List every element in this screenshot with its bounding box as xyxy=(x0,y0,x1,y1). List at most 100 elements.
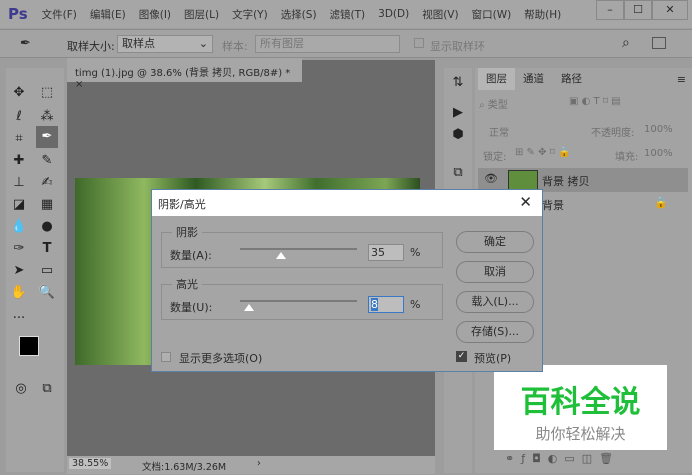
rectangle-tool-icon[interactable]: ▭ xyxy=(36,260,58,282)
shadows-slider-thumb[interactable] xyxy=(275,252,286,259)
filter-search-icon: ⌕ xyxy=(479,100,488,111)
dialog-title: 阴影/高光 xyxy=(158,198,206,211)
layer-footer-icons[interactable]: ⚭ƒ◘◐▭◫🗑 xyxy=(505,452,620,465)
status-arrow-icon[interactable]: › xyxy=(257,458,261,469)
lock-row: 锁定: ⊞ ✎ ✥ ⌑ 🔒 填充: 100% xyxy=(479,144,689,166)
eyedropper-tool-icon[interactable]: ✒ xyxy=(36,126,58,148)
menu-image[interactable]: 图像(I) xyxy=(139,7,171,22)
blend-row: 正常 不透明度: 100% xyxy=(479,120,689,142)
screen-mode-icon[interactable]: ⧉ xyxy=(36,378,58,400)
workspace-icon[interactable] xyxy=(652,37,666,49)
magic-wand-icon[interactable]: ⁂ xyxy=(36,106,58,128)
zoom-tool-icon[interactable]: 🔍 xyxy=(36,282,58,304)
preview-label: 预览(P) xyxy=(474,352,512,365)
watermark-title: 百科全说 xyxy=(520,385,641,420)
menu-file[interactable]: 文件(F) xyxy=(42,7,77,22)
opacity-label: 不透明度: xyxy=(591,128,635,139)
shadows-slider[interactable] xyxy=(240,248,357,250)
menu-window[interactable]: 窗口(W) xyxy=(472,7,512,22)
save-button[interactable]: 存储(S)... xyxy=(456,321,534,343)
highlights-slider[interactable] xyxy=(240,300,357,302)
menu-edit[interactable]: 编辑(E) xyxy=(90,7,126,22)
tab-layers[interactable]: 图层 xyxy=(478,68,515,90)
menu-layer[interactable]: 图层(L) xyxy=(184,7,219,22)
zoom-level[interactable]: 38.55% xyxy=(69,458,112,469)
maximize-button[interactable]: ☐ xyxy=(624,0,652,20)
menu-view[interactable]: 视图(V) xyxy=(422,7,458,22)
document-tab[interactable]: timg (1).jpg @ 38.6% (背景 拷贝, RGB/8#) * × xyxy=(67,58,302,90)
properties-icon[interactable]: ⧉ xyxy=(447,162,469,184)
quick-mask-icon[interactable]: ◎ xyxy=(10,378,32,400)
blur-tool-icon[interactable]: 💧 xyxy=(8,216,30,238)
stamp-tool-icon[interactable]: ⊥ xyxy=(8,172,30,194)
highlights-amount-input[interactable]: 8 xyxy=(368,296,404,313)
highlights-slider-thumb[interactable] xyxy=(244,304,255,311)
history-brush-icon[interactable]: ✍ xyxy=(36,172,58,194)
3d-icon[interactable]: ⬢ xyxy=(447,124,469,146)
search-icon[interactable]: ⌕ xyxy=(622,35,630,51)
menu-type[interactable]: 文字(Y) xyxy=(232,7,268,22)
lock-icons[interactable]: ⊞ ✎ ✥ ⌑ 🔒 xyxy=(515,147,570,158)
blend-mode-select[interactable]: 正常 xyxy=(489,124,509,139)
ok-button[interactable]: 确定 xyxy=(456,231,534,253)
type-tool-icon[interactable]: T xyxy=(36,238,58,260)
close-window-button[interactable]: ✕ xyxy=(652,0,688,20)
layer-name: 背景 xyxy=(542,199,564,212)
layer-filter-row: ⌕ 类型 ▣ ◐ T ⌑ ▤ xyxy=(479,96,689,118)
more-options-checkbox[interactable] xyxy=(161,352,171,362)
lasso-tool-icon[interactable]: ℓ xyxy=(8,106,30,128)
cancel-button[interactable]: 取消 xyxy=(456,261,534,283)
opacity-value[interactable]: 100% xyxy=(644,124,673,135)
dodge-tool-icon[interactable]: ● xyxy=(36,216,58,238)
filter-icons[interactable]: ▣ ◐ T ⌑ ▤ xyxy=(569,96,621,107)
dialog-title-bar: 阴影/高光 ✕ xyxy=(152,190,542,216)
gradient-tool-icon[interactable]: ▦ xyxy=(36,194,58,216)
healing-tool-icon[interactable]: ✚ xyxy=(8,150,30,172)
show-ring-label: 显示取样环 xyxy=(430,40,485,53)
panel-menu-icon[interactable]: ≡ xyxy=(677,73,686,86)
load-button[interactable]: 载入(L)... xyxy=(456,291,534,313)
sample-size-label: 取样大小: xyxy=(67,40,115,53)
preview-checkbox[interactable]: ✓ xyxy=(456,351,467,362)
watermark-subtitle: 助你轻松解决 xyxy=(535,425,626,443)
shadows-label: 阴影 xyxy=(172,224,202,240)
tab-paths[interactable]: 路径 xyxy=(553,68,590,90)
menu-select[interactable]: 选择(S) xyxy=(281,7,317,22)
pen-tool-icon[interactable]: ✑ xyxy=(8,238,30,260)
history-icon[interactable]: ⇅ xyxy=(447,72,469,94)
brush-tool-icon[interactable]: ✎ xyxy=(36,150,58,172)
highlights-unit: % xyxy=(410,298,421,311)
visibility-eye-icon[interactable]: 👁 xyxy=(484,172,498,185)
sample-size-select[interactable]: 取样点 ⌄ xyxy=(117,35,213,53)
actions-play-icon[interactable]: ▶ xyxy=(447,102,469,124)
crop-tool-icon[interactable]: ⌗ xyxy=(8,128,30,150)
fill-value[interactable]: 100% xyxy=(644,148,673,159)
shadows-amount-label: 数量(A): xyxy=(170,249,212,262)
menu-3d[interactable]: 3D(D) xyxy=(378,8,409,20)
move-tool-icon[interactable]: ✥ xyxy=(8,82,30,104)
shadows-amount-input[interactable]: 35 xyxy=(368,244,404,261)
eraser-tool-icon[interactable]: ◪ xyxy=(8,194,30,216)
filter-kind[interactable]: 类型 xyxy=(488,100,508,111)
highlights-label: 高光 xyxy=(172,276,202,292)
watermark: 百科全说 助你轻松解决 xyxy=(494,365,667,450)
path-select-icon[interactable]: ➤ xyxy=(8,260,30,282)
tab-channels[interactable]: 通道 xyxy=(515,68,552,90)
layer-name: 背景 拷贝 xyxy=(542,175,590,188)
sample-value: 所有图层 xyxy=(260,37,304,50)
menu-filter[interactable]: 滤镜(T) xyxy=(330,7,366,22)
menu-help[interactable]: 帮助(H) xyxy=(524,7,561,22)
status-bar: 38.55% 文档:1.63M/3.26M › xyxy=(67,456,435,474)
more-tools-icon[interactable]: ··· xyxy=(8,308,30,330)
lock-icon: 🔒 xyxy=(654,196,668,209)
close-tab-icon[interactable]: × xyxy=(75,79,83,90)
eyedropper-icon[interactable]: ✒ xyxy=(20,36,31,51)
sample-label: 样本: xyxy=(222,40,248,53)
minimize-button[interactable]: – xyxy=(596,0,624,20)
show-ring-checkbox xyxy=(414,38,424,48)
hand-tool-icon[interactable]: ✋ xyxy=(8,282,30,304)
options-bar: ✒ 取样大小: 取样点 ⌄ 样本: 所有图层 显示取样环 ⌕ xyxy=(0,29,692,58)
dialog-close-icon[interactable]: ✕ xyxy=(519,193,532,211)
foreground-color-swatch[interactable] xyxy=(19,336,39,356)
marquee-tool-icon[interactable]: ⬚ xyxy=(36,82,58,104)
